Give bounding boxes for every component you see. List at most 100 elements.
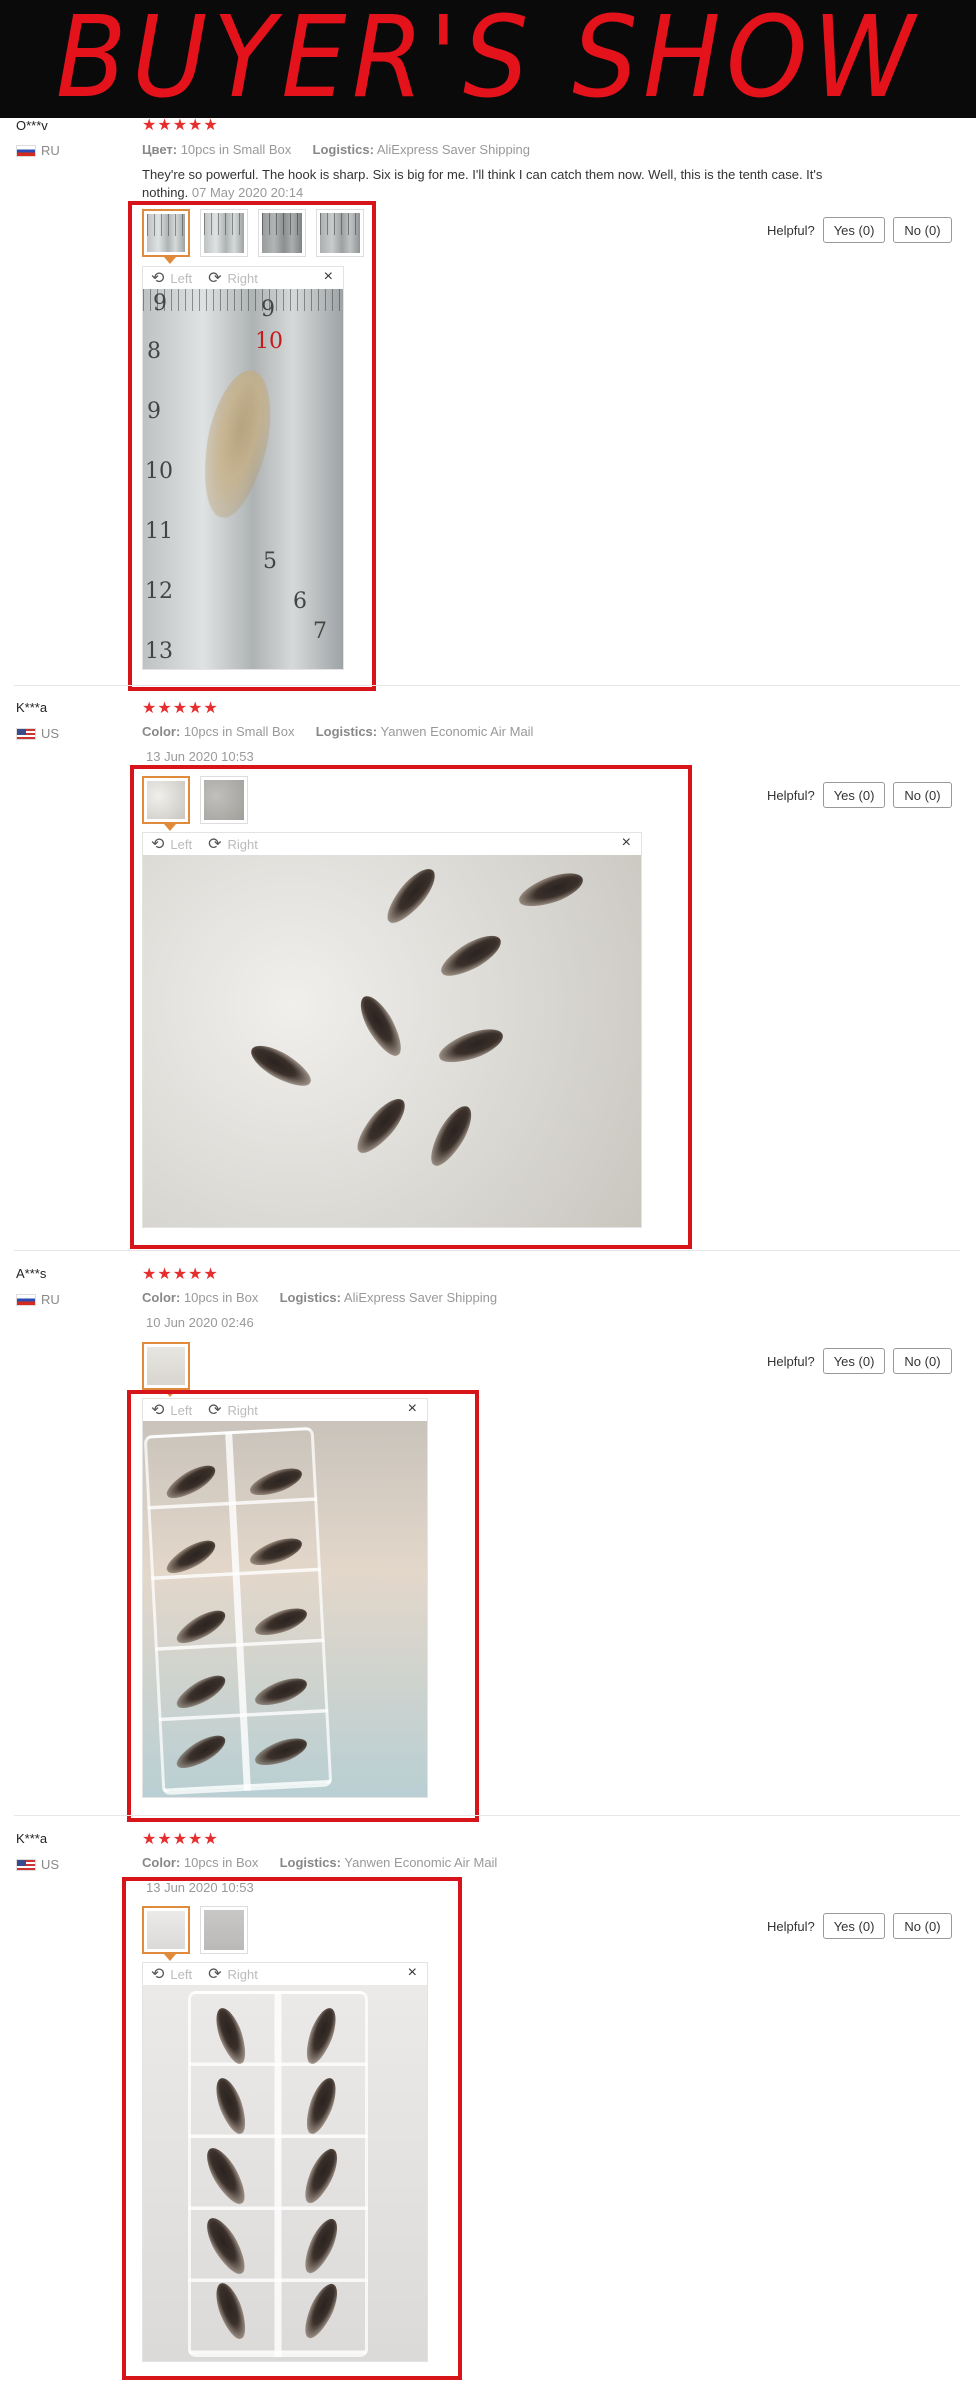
logistics-value: Yanwen Economic Air Mail — [344, 1855, 498, 1870]
reviewer-country: RU — [16, 143, 60, 158]
usa-flag-icon — [16, 1858, 36, 1871]
photo-thumbnail[interactable] — [258, 209, 306, 257]
close-icon[interactable]: × — [324, 268, 333, 286]
rotate-left-icon[interactable]: ⟲ — [151, 1400, 164, 1420]
review-photo: 9 10 9 8 9 10 11 12 13 5 6 7 — [143, 289, 343, 669]
helpful-label: Helpful? — [767, 1918, 815, 1934]
rotate-left-label[interactable]: Left — [170, 1403, 192, 1418]
rotate-left-label[interactable]: Left — [170, 837, 192, 852]
helpful-yes-button[interactable]: Yes (0) — [822, 782, 886, 808]
rotate-right-icon[interactable]: ⟳ — [208, 834, 221, 854]
helpful-no-button[interactable]: No (0) — [893, 1348, 952, 1374]
review-date: 13 Jun 2020 10:53 — [146, 749, 254, 764]
attr-label: Цвет: — [142, 142, 178, 157]
rotate-right-label[interactable]: Right — [228, 1403, 258, 1418]
helpful-no-button[interactable]: No (0) — [893, 1913, 952, 1939]
attr-value: 10pcs in Box — [183, 1855, 259, 1870]
photo-thumbnail[interactable] — [200, 209, 248, 257]
helpful-label: Helpful? — [767, 1353, 815, 1369]
review-divider — [14, 1250, 960, 1251]
rotate-right-icon[interactable]: ⟳ — [208, 1964, 221, 1984]
photo-thumbnail[interactable] — [142, 776, 190, 831]
logistics-label: Logistics: — [312, 142, 374, 157]
rotate-left-icon[interactable]: ⟲ — [151, 834, 164, 854]
helpful-yes-button[interactable]: Yes (0) — [822, 1348, 886, 1374]
close-icon[interactable]: × — [622, 834, 631, 852]
rotate-right-icon[interactable]: ⟳ — [208, 1400, 221, 1420]
photo-thumbnail[interactable] — [142, 1342, 190, 1397]
usa-flag-icon — [16, 727, 36, 740]
review-meta: Цвет: 10pcs in Small Box Logistics: AliE… — [142, 142, 530, 157]
rotate-right-label[interactable]: Right — [228, 271, 258, 286]
photo-thumbnail[interactable] — [200, 776, 248, 824]
banner-title: BUYER'S SHOW — [55, 0, 921, 118]
reviewer-country: US — [16, 1857, 59, 1872]
review-photo — [143, 1985, 427, 2361]
rotate-left-icon[interactable]: ⟲ — [151, 268, 164, 288]
review-meta: Color: 10pcs in Small Box Logistics: Yan… — [142, 724, 533, 739]
reviewer-name: O***v — [16, 118, 48, 133]
helpful-label: Helpful? — [767, 222, 815, 238]
attr-label: Color: — [142, 1290, 181, 1305]
helpful-yes-button[interactable]: Yes (0) — [822, 1913, 886, 1939]
buyers-show-banner: BUYER'S SHOW — [0, 0, 976, 118]
attr-label: Color: — [142, 1855, 181, 1870]
helpful-no-button[interactable]: No (0) — [893, 217, 952, 243]
reviewer-country: US — [16, 726, 59, 741]
attr-label: Color: — [142, 724, 181, 739]
photo-viewer: ⟲ Left ⟳ Right × 9 10 9 8 9 10 11 12 13 … — [142, 266, 344, 670]
photo-thumbnail[interactable] — [316, 209, 364, 257]
viewer-toolbar: ⟲ Left ⟳ Right × — [143, 833, 641, 855]
helpful-label: Helpful? — [767, 787, 815, 803]
logistics-value: AliExpress Saver Shipping — [343, 1290, 498, 1305]
country-code: US — [41, 1857, 60, 1872]
helpful-yes-button[interactable]: Yes (0) — [822, 217, 886, 243]
helpful-no-button[interactable]: No (0) — [893, 782, 952, 808]
star-rating: ★★★★★ — [142, 1266, 219, 1283]
rotate-left-icon[interactable]: ⟲ — [151, 1964, 164, 1984]
photo-thumbnails — [142, 1342, 190, 1397]
photo-thumbnail[interactable] — [200, 1906, 248, 1954]
russia-flag-icon — [16, 144, 36, 157]
photo-thumbnails — [142, 1906, 248, 1961]
review-photo — [143, 855, 641, 1227]
photo-viewer: ⟲ Left ⟳ Right × — [142, 832, 642, 1228]
rotate-left-label[interactable]: Left — [170, 1967, 192, 1982]
helpful-controls: Helpful? Yes (0) No (0) — [767, 217, 952, 243]
attr-value: 10pcs in Small Box — [183, 724, 295, 739]
viewer-toolbar: ⟲ Left ⟳ Right × — [143, 1963, 427, 1985]
logistics-value: AliExpress Saver Shipping — [376, 142, 531, 157]
review-date: 07 May 2020 20:14 — [191, 185, 304, 200]
helpful-controls: Helpful? Yes (0) No (0) — [767, 1913, 952, 1939]
logistics-label: Logistics: — [279, 1855, 341, 1870]
viewer-toolbar: ⟲ Left ⟳ Right × — [143, 1399, 427, 1421]
reviewer-name: K***a — [16, 700, 48, 715]
country-code: RU — [41, 143, 60, 158]
review-meta: Color: 10pcs in Box Logistics: Yanwen Ec… — [142, 1855, 497, 1870]
review-meta: Color: 10pcs in Box Logistics: AliExpres… — [142, 1290, 497, 1305]
photo-thumbnail[interactable] — [142, 209, 190, 264]
rotate-right-label[interactable]: Right — [228, 1967, 258, 1982]
photo-viewer: ⟲ Left ⟳ Right × — [142, 1962, 428, 2362]
reviewer-name: K***a — [16, 1831, 48, 1846]
review-text: They're so powerful. The hook is sharp. … — [142, 166, 862, 202]
attr-value: 10pcs in Box — [183, 1290, 259, 1305]
helpful-controls: Helpful? Yes (0) No (0) — [767, 782, 952, 808]
country-code: RU — [41, 1292, 60, 1307]
star-rating: ★★★★★ — [142, 1831, 219, 1848]
review-date: 10 Jun 2020 02:46 — [146, 1315, 254, 1330]
rotate-left-label[interactable]: Left — [170, 271, 192, 286]
close-icon[interactable]: × — [408, 1400, 417, 1418]
rotate-right-icon[interactable]: ⟳ — [208, 268, 221, 288]
review-divider — [14, 1815, 960, 1816]
logistics-label: Logistics: — [315, 724, 378, 739]
reviewer-name: A***s — [16, 1266, 47, 1281]
review-photo — [143, 1421, 427, 1797]
country-code: US — [41, 726, 60, 741]
rotate-right-label[interactable]: Right — [228, 837, 258, 852]
close-icon[interactable]: × — [408, 1964, 417, 1982]
russia-flag-icon — [16, 1293, 36, 1306]
viewer-toolbar: ⟲ Left ⟳ Right × — [143, 267, 343, 289]
photo-viewer: ⟲ Left ⟳ Right × — [142, 1398, 428, 1798]
photo-thumbnail[interactable] — [142, 1906, 190, 1961]
